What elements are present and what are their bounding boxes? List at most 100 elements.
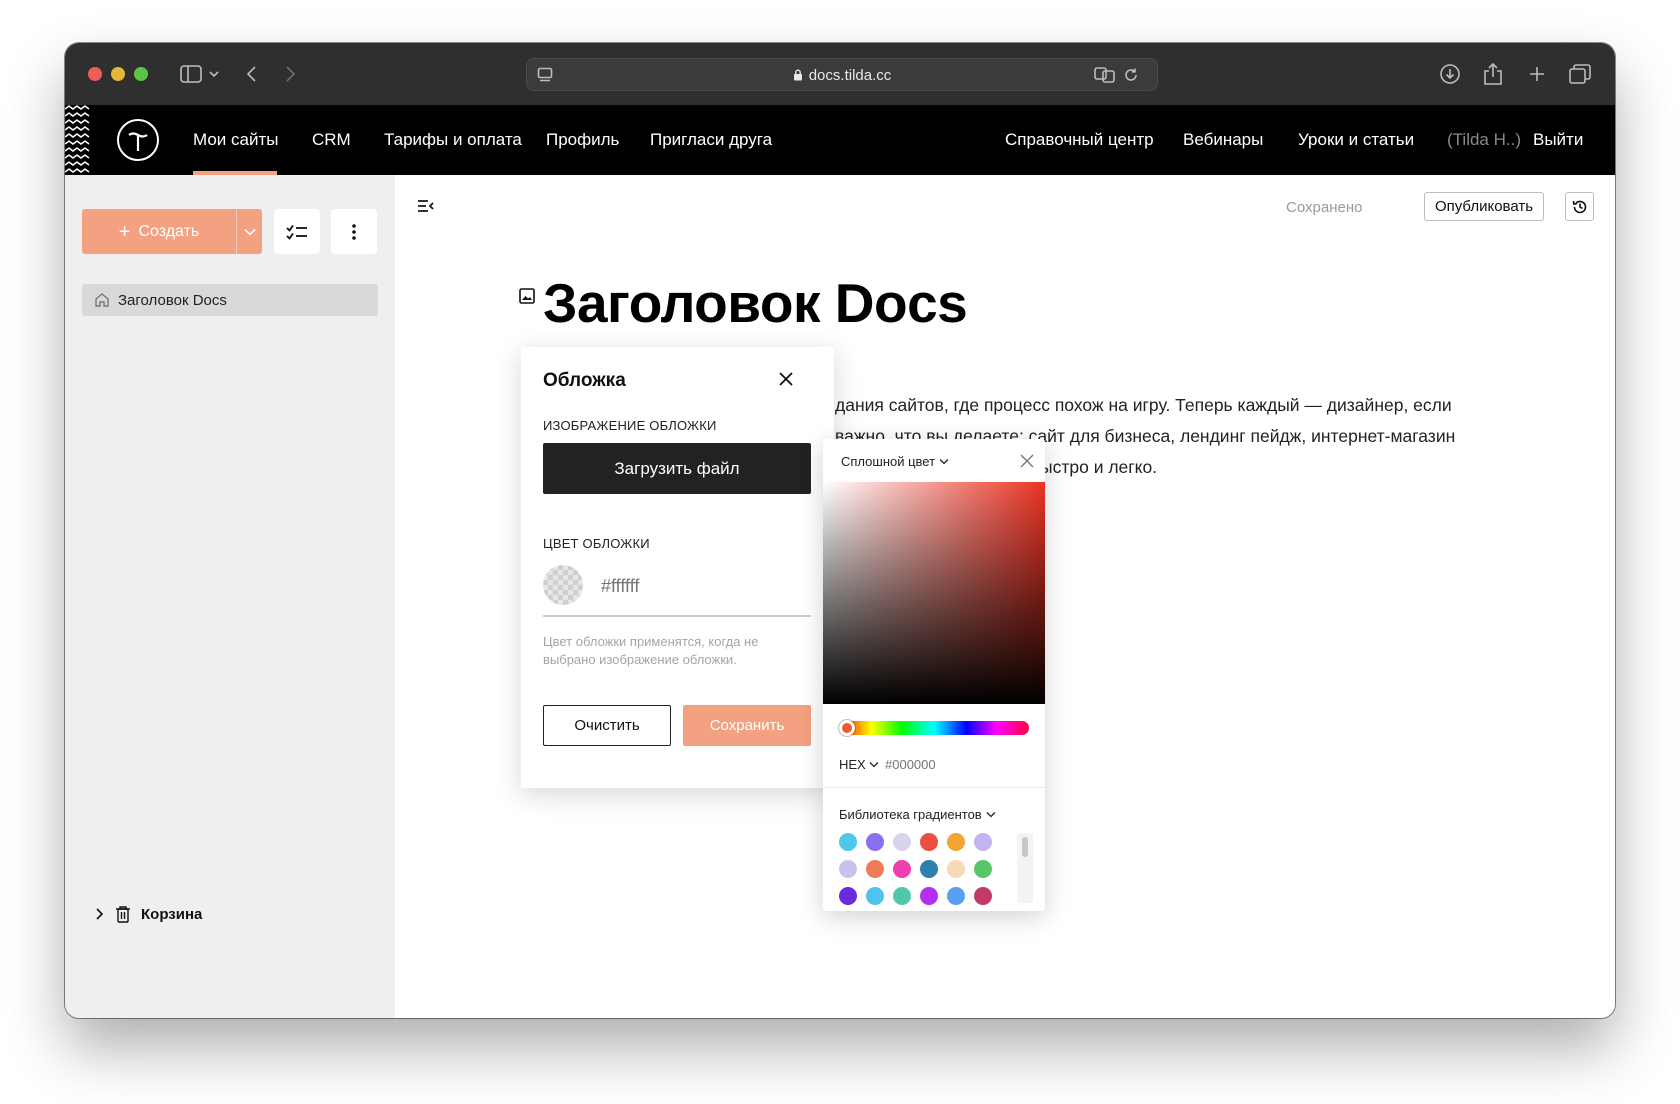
browser-toolbar: docs.tilda.cc (65, 43, 1615, 105)
nav-invite-friend[interactable]: Пригласи друга (650, 130, 772, 150)
clear-button[interactable]: Очистить (543, 705, 671, 746)
tilda-logo-icon (128, 132, 148, 151)
share-icon[interactable] (1481, 61, 1505, 87)
chevron-down-icon (869, 762, 879, 768)
color-input-underline (543, 615, 811, 617)
create-dropdown-button[interactable] (237, 209, 262, 254)
gradient-swatch[interactable] (974, 887, 992, 905)
save-button[interactable]: Сохранить (683, 705, 811, 746)
history-button[interactable] (1565, 192, 1594, 221)
collapse-sidebar-icon[interactable] (417, 199, 435, 218)
chevron-right-icon[interactable] (95, 908, 105, 920)
gradient-swatch[interactable] (947, 887, 965, 905)
gradient-swatch[interactable] (866, 860, 884, 878)
chevron-down-icon[interactable] (207, 61, 221, 87)
cover-image-icon[interactable] (519, 288, 535, 309)
more-vertical-icon (352, 223, 356, 240)
gradient-library-select[interactable]: Библиотека градиентов (839, 807, 996, 822)
gradient-swatch[interactable] (974, 860, 992, 878)
zigzag-decoration (65, 105, 90, 173)
sidebar: + Создать Заголовок Docs Корзина (65, 175, 395, 1018)
hex-input[interactable] (885, 753, 1015, 775)
minimize-window-button[interactable] (111, 67, 125, 81)
hue-slider-handle[interactable] (839, 720, 855, 736)
tab-overview-icon[interactable] (1567, 61, 1593, 87)
cover-color-input[interactable] (601, 573, 801, 599)
sidebar-toggle-icon[interactable] (178, 61, 204, 87)
history-icon (1572, 200, 1586, 213)
create-label: Создать (138, 222, 200, 240)
gradient-swatch[interactable] (893, 860, 911, 878)
lock-icon (793, 69, 802, 81)
cover-image-label: ИЗОБРАЖЕНИЕ ОБЛОЖКИ (543, 418, 717, 433)
chevron-down-icon (986, 812, 996, 818)
gradient-swatch[interactable] (893, 887, 911, 905)
sidebar-page-item[interactable]: Заголовок Docs (82, 284, 378, 316)
chevron-down-icon (243, 228, 256, 236)
nav-lessons[interactable]: Уроки и статьи (1298, 130, 1414, 150)
gradient-swatch-grid (839, 833, 1007, 905)
nav-tariffs[interactable]: Тарифы и оплата (384, 130, 522, 150)
gradient-swatch[interactable] (947, 833, 965, 851)
color-picker: Сплошной цвет HEX Библиотека градиентов (823, 439, 1045, 911)
color-format-select[interactable]: HEX (839, 757, 879, 772)
divider (823, 787, 1045, 788)
url-display: docs.tilda.cc (527, 67, 1157, 84)
gradient-swatch[interactable] (866, 833, 884, 851)
address-bar[interactable]: docs.tilda.cc (526, 58, 1158, 91)
gradient-swatch[interactable] (839, 887, 857, 905)
doc-line: дания сайтов, где процесс похож на игру.… (835, 395, 1452, 415)
swatch-scrollbar-thumb[interactable] (1022, 837, 1028, 857)
gradient-swatch[interactable] (866, 887, 884, 905)
doc-title[interactable]: Заголовок Docs (543, 271, 968, 335)
nav-help-center[interactable]: Справочный центр (1005, 130, 1154, 150)
trash-icon (116, 906, 130, 923)
cover-dialog-title: Обложка (543, 370, 626, 391)
create-main-button[interactable]: + Создать (82, 209, 237, 254)
cover-color-label: ЦВЕТ ОБЛОЖКИ (543, 536, 650, 551)
gradient-swatch[interactable] (947, 860, 965, 878)
back-icon[interactable] (241, 61, 261, 87)
saturation-area[interactable] (823, 482, 1045, 704)
forward-icon[interactable] (281, 61, 301, 87)
publish-button[interactable]: Опубликовать (1424, 192, 1544, 221)
reload-icon[interactable] (1121, 62, 1141, 88)
nav-webinars[interactable]: Вебинары (1183, 130, 1263, 150)
nav-logout[interactable]: Выйти (1533, 130, 1583, 150)
nav-crm[interactable]: CRM (312, 130, 351, 150)
close-icon[interactable] (1019, 453, 1035, 469)
close-window-button[interactable] (88, 67, 102, 81)
sidebar-page-label: Заголовок Docs (118, 291, 227, 309)
checklist-button[interactable] (274, 209, 320, 254)
hue-slider[interactable] (839, 721, 1029, 735)
checklist-icon (286, 224, 307, 240)
cover-color-hint: Цвет обложки применятся, когда не выбран… (543, 634, 759, 667)
new-tab-icon[interactable] (1525, 61, 1549, 87)
color-swatch[interactable] (543, 565, 583, 605)
chevron-down-icon (939, 459, 949, 465)
gradient-swatch[interactable] (974, 833, 992, 851)
gradient-swatch[interactable] (920, 887, 938, 905)
more-options-button[interactable] (331, 209, 377, 254)
doc-line: быстро и легко. (1030, 457, 1158, 477)
gradient-swatch[interactable] (839, 833, 857, 851)
nav-profile[interactable]: Профиль (546, 130, 619, 150)
gradient-swatch[interactable] (893, 833, 911, 851)
download-icon[interactable] (1438, 61, 1462, 87)
upload-file-button[interactable]: Загрузить файл (543, 443, 811, 494)
zoom-window-button[interactable] (134, 67, 148, 81)
swatch-scrollbar[interactable] (1017, 833, 1033, 903)
tilda-logo[interactable] (117, 119, 159, 161)
browser-window: docs.tilda.cc Мои сайты CRM Тарифы и опл… (65, 43, 1615, 1018)
gradient-swatch[interactable] (920, 833, 938, 851)
create-button[interactable]: + Создать (82, 209, 262, 254)
gradient-library-label: Библиотека градиентов (839, 807, 982, 822)
nav-my-sites[interactable]: Мои сайты (193, 130, 278, 150)
gradient-swatch[interactable] (839, 860, 857, 878)
color-format-label: HEX (839, 757, 866, 772)
trash-row[interactable]: Корзина (95, 905, 202, 923)
translate-icon[interactable] (1093, 62, 1117, 88)
fill-mode-select[interactable]: Сплошной цвет (841, 454, 949, 469)
close-icon[interactable] (776, 369, 796, 389)
gradient-swatch[interactable] (920, 860, 938, 878)
